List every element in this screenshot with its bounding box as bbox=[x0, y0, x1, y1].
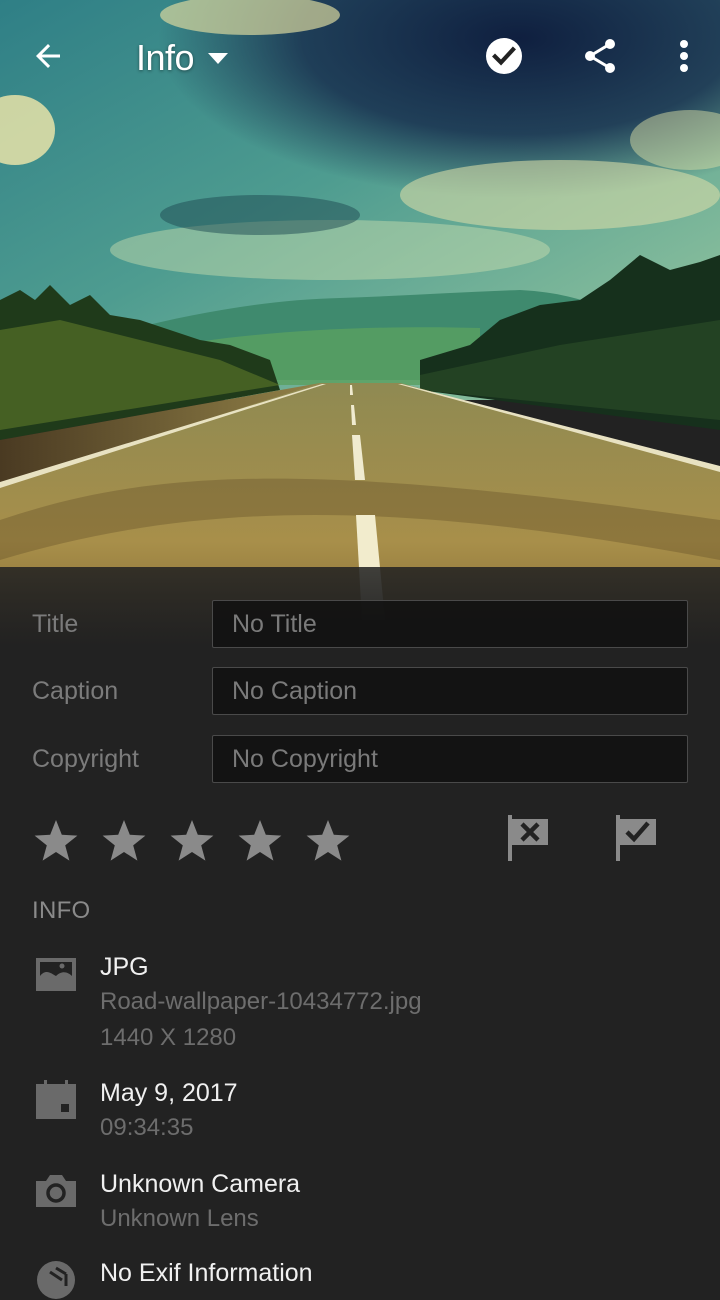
rating-row bbox=[0, 813, 720, 869]
star-icon bbox=[238, 820, 282, 861]
app-bar: Info bbox=[0, 0, 720, 112]
exif-status: No Exif Information bbox=[100, 1259, 313, 1287]
share-icon bbox=[585, 39, 615, 73]
star-rating-1[interactable] bbox=[32, 817, 80, 865]
caption-input[interactable] bbox=[213, 668, 687, 714]
more-vertical-icon bbox=[680, 40, 688, 72]
file-type: JPG bbox=[100, 953, 149, 981]
flag-reject-icon bbox=[508, 815, 548, 861]
star-rating-5[interactable] bbox=[304, 817, 352, 865]
star-icon bbox=[170, 820, 214, 861]
capture-date: May 9, 2017 bbox=[100, 1079, 238, 1107]
done-button[interactable] bbox=[476, 28, 532, 84]
pick-flag-button[interactable] bbox=[612, 813, 664, 869]
star-icon bbox=[306, 820, 350, 861]
copyright-field-row: Copyright bbox=[0, 735, 720, 783]
image-icon bbox=[36, 958, 76, 991]
caption-field-row: Caption bbox=[0, 667, 720, 715]
flag-pick-icon bbox=[616, 815, 656, 861]
camera-model: Unknown Camera bbox=[100, 1170, 301, 1198]
check-circle-icon bbox=[486, 38, 522, 74]
info-section-heading: INFO bbox=[32, 897, 91, 924]
share-button[interactable] bbox=[572, 28, 628, 84]
title-input[interactable] bbox=[213, 601, 687, 647]
title-field[interactable] bbox=[212, 600, 688, 648]
calendar-icon bbox=[36, 1080, 76, 1119]
reject-flag-button[interactable] bbox=[504, 813, 556, 869]
star-rating-2[interactable] bbox=[100, 817, 148, 865]
aperture-icon bbox=[37, 1261, 75, 1299]
caption-label: Caption bbox=[32, 677, 119, 705]
title-label: Title bbox=[32, 610, 79, 638]
camera-icon bbox=[36, 1175, 76, 1207]
capture-time: 09:34:35 bbox=[100, 1114, 194, 1141]
copyright-field[interactable] bbox=[212, 735, 688, 783]
back-button[interactable] bbox=[20, 28, 76, 84]
star-rating-4[interactable] bbox=[236, 817, 284, 865]
star-rating-3[interactable] bbox=[168, 817, 216, 865]
more-options-button[interactable] bbox=[656, 28, 712, 84]
caption-field[interactable] bbox=[212, 667, 688, 715]
title-field-row: Title bbox=[0, 600, 720, 648]
lens-model: Unknown Lens bbox=[100, 1205, 259, 1232]
file-name: Road-wallpaper-10434772.jpg bbox=[100, 988, 422, 1015]
copyright-label: Copyright bbox=[32, 745, 139, 773]
star-icon bbox=[34, 820, 78, 861]
page-title: Info bbox=[136, 37, 195, 78]
star-icon bbox=[102, 820, 146, 861]
view-mode-dropdown[interactable]: Info bbox=[136, 34, 229, 82]
copyright-input[interactable] bbox=[213, 736, 687, 782]
info-panel: Title Caption Copyright bbox=[0, 567, 720, 1299]
file-dimensions: 1440 X 1280 bbox=[100, 1024, 237, 1051]
arrow-left-icon bbox=[36, 44, 60, 68]
caret-down-icon bbox=[208, 53, 229, 64]
